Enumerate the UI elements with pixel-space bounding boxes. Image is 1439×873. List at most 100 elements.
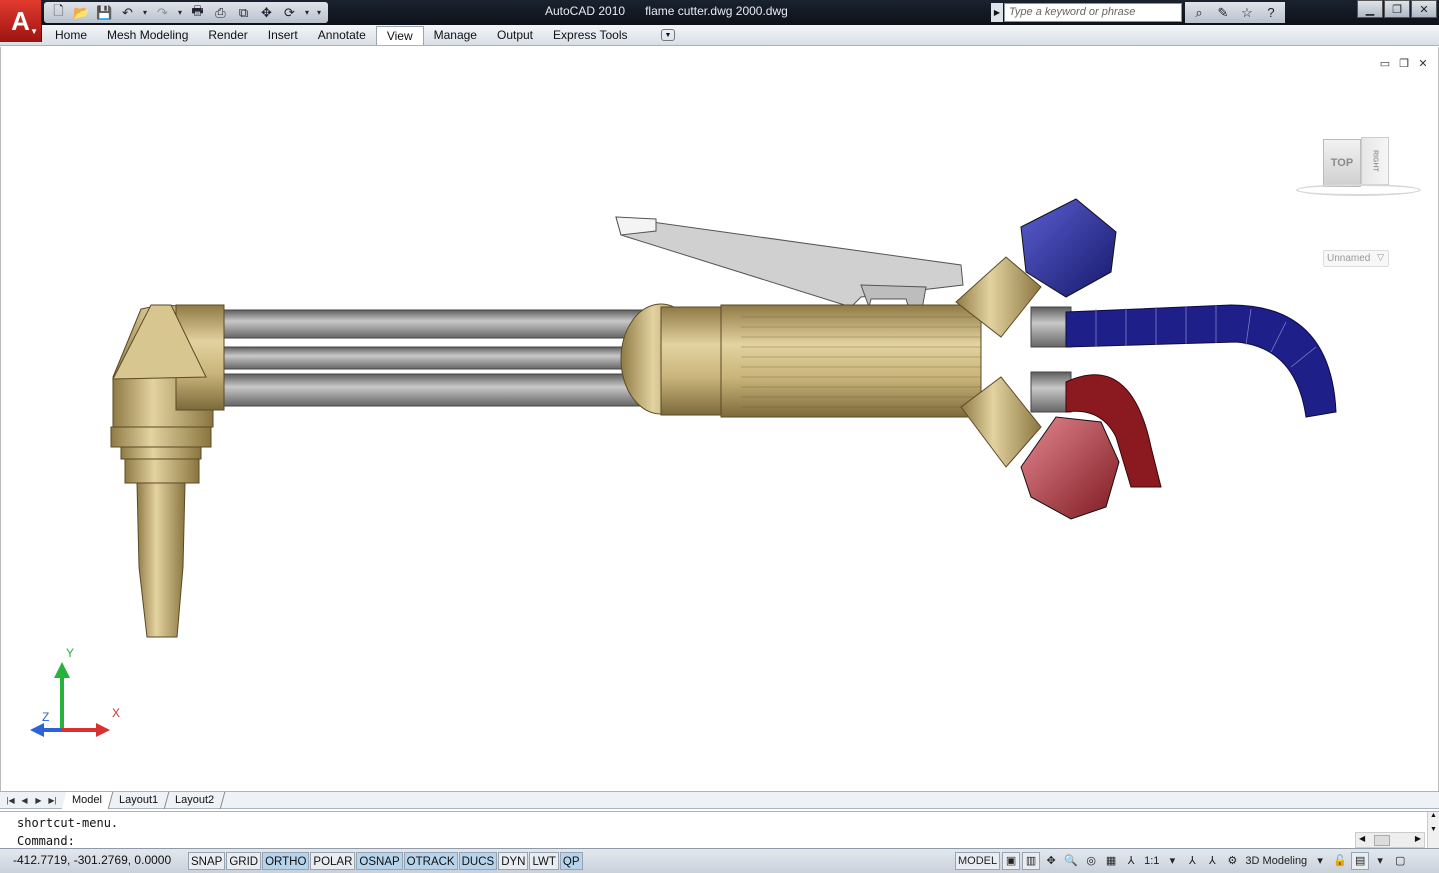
command-window[interactable]: shortcut-menu. Command: ◀ ▶ ▲ ▼ [0,811,1439,849]
toggle-snap[interactable]: SNAP [188,852,226,870]
undo-icon[interactable]: ↶ [117,3,138,22]
restore-viewport-icon[interactable]: ❐ [1397,57,1411,70]
window-title: AutoCAD 2010 flame cutter.dwg 2000.dwg [545,4,788,18]
tab-home[interactable]: Home [45,26,97,45]
viewcube-top-face[interactable]: TOP [1323,139,1361,187]
tab-output[interactable]: Output [487,26,543,45]
redo-icon[interactable]: ↷ [152,3,173,22]
quick-view-layouts-icon[interactable]: ▣ [1002,852,1021,870]
customize-qat-icon[interactable]: ▾ [314,3,324,22]
autoscale-icon[interactable]: ⅄ [1203,852,1221,870]
minimize-viewport-icon[interactable]: ▭ [1378,57,1392,70]
ucs-x-label: X [112,706,121,720]
toggle-grid[interactable]: GRID [226,852,262,870]
command-history-line: shortcut-menu. [17,816,119,830]
tab-mesh-modeling[interactable]: Mesh Modeling [97,26,198,45]
undo-dropdown-icon[interactable]: ▾ [140,3,150,22]
hardware-acceleration-icon[interactable]: ▤ [1351,852,1370,870]
publish-icon[interactable]: ⧉ [233,3,254,22]
tab-model[interactable]: Model [61,792,114,809]
pan-icon[interactable]: ✥ [256,3,277,22]
model-space-button[interactable]: MODEL [955,852,1001,870]
viewcube[interactable]: TOP RIGHT [1291,129,1426,204]
plot-preview-icon[interactable]: ⎙ [210,3,231,22]
toggle-polar[interactable]: POLAR [310,852,356,870]
autocad-window: A ▼ 🗋 📂 💾 ↶ ▾ ↷ ▾ 🖶 ⎙ ⧉ ✥ ⟳ ▾ ▾ AutoCAD … [0,0,1439,873]
binoculars-icon[interactable]: ⌕ [1189,3,1209,22]
open-icon[interactable]: 📂 [71,3,92,22]
ribbon-tabs: Home Mesh Modeling Render Insert Annotat… [0,25,1439,46]
trigger-lever [615,216,964,316]
redo-dropdown-icon[interactable]: ▾ [175,3,185,22]
torch-handle [620,303,982,418]
application-menu-button[interactable]: A ▼ [0,0,42,42]
tab-annotate[interactable]: Annotate [308,26,376,45]
steel-tubes [205,309,647,407]
first-tab-icon[interactable]: |◀ [4,793,17,807]
tab-view[interactable]: View [375,26,424,45]
coordinate-readout[interactable]: -412.7719, -301.2769, 0.0000 [13,853,171,867]
ucs-y-label: Y [66,646,75,660]
toggle-ducs[interactable]: DUCS [458,852,498,870]
toggle-dyn[interactable]: DYN [498,852,529,870]
help-icon[interactable]: ? [1261,3,1281,22]
workspace-icon[interactable]: ⟳ [279,3,300,22]
workspace-gear-icon[interactable]: ⚙ [1223,852,1241,870]
quick-access-toolbar: 🗋 📂 💾 ↶ ▾ ↷ ▾ 🖶 ⎙ ⧉ ✥ ⟳ ▾ ▾ [44,2,328,23]
status-menu-icon[interactable]: ▾ [1371,852,1389,870]
cutting-nozzle [110,304,225,638]
toggle-osnap[interactable]: OSNAP [356,852,403,870]
workspace-dropdown-icon[interactable]: ▾ [302,3,312,22]
save-icon[interactable]: 💾 [94,3,115,22]
close-icon[interactable]: ✕ [1411,0,1437,18]
command-horizontal-scrollbar[interactable]: ◀ ▶ [1355,832,1425,848]
pan-icon[interactable]: ✥ [1042,852,1060,870]
viewcube-right-face[interactable]: RIGHT [1361,137,1389,185]
showmotion-icon[interactable]: ▦ [1102,852,1120,870]
communication-center-icon[interactable]: ✎ [1213,3,1233,22]
toggle-ortho[interactable]: ORTHO [262,852,310,870]
steeringwheel-icon[interactable]: ◎ [1082,852,1100,870]
ucs-z-label: Z [42,710,50,724]
toggle-lwt[interactable]: LWT [529,852,559,870]
chevron-down-icon[interactable]: ▾ [1163,852,1181,870]
search-input[interactable]: Type a keyword or phrase [1004,3,1182,22]
last-tab-icon[interactable]: ▶| [46,793,59,807]
new-icon[interactable]: 🗋 [48,3,69,22]
close-viewport-icon[interactable]: ✕ [1416,57,1430,70]
workspace-switch[interactable]: 3D Modeling [1243,852,1309,870]
quick-view-drawings-icon[interactable]: ▥ [1022,852,1041,870]
tab-insert[interactable]: Insert [258,26,308,45]
tab-render[interactable]: Render [198,26,257,45]
status-bar: -412.7719, -301.2769, 0.0000 SNAP GRID ORT… [0,848,1439,873]
annotation-scale-value[interactable]: 1:1 [1142,852,1161,870]
ribbon-minimize-icon[interactable]: ▼ [661,29,675,41]
toggle-qp[interactable]: QP [559,852,583,870]
viewcube-compass[interactable] [1296,184,1421,196]
tab-manage[interactable]: Manage [424,26,487,45]
zoom-icon[interactable]: 🔍 [1062,852,1080,870]
annotation-scale-icon[interactable]: ⅄ [1122,852,1140,870]
ucs-label: Unnamed [1327,253,1371,264]
tab-layout2[interactable]: Layout2 [164,792,226,809]
toggle-otrack[interactable]: OTRACK [403,852,458,870]
tab-express-tools[interactable]: Express Tools [543,26,637,45]
restore-icon[interactable]: ❐ [1384,0,1410,18]
clean-screen-icon[interactable]: ▢ [1391,852,1409,870]
tab-layout1[interactable]: Layout1 [108,792,170,809]
drawing-viewport[interactable]: ▭ ❐ ✕ TOP RIGHT Unnamed ▽ Y X Z [0,47,1439,791]
lock-icon[interactable]: 🔓 [1331,852,1349,870]
chevron-down-icon[interactable]: ▾ [1311,852,1329,870]
previous-tab-icon[interactable]: ◀ [18,793,31,807]
layout-tabs-bar: |◀ ◀ ▶ ▶| Model Layout1 Layout2 [0,791,1439,809]
next-tab-icon[interactable]: ▶ [32,793,45,807]
command-vertical-scrollbar[interactable]: ▲ ▼ [1427,812,1439,849]
viewport-controls: ▭ ❐ ✕ [1378,57,1430,70]
minimize-icon[interactable]: ▁ [1357,0,1383,18]
favorites-icon[interactable]: ☆ [1237,3,1257,22]
plot-icon[interactable]: 🖶 [187,3,208,22]
annotation-visibility-icon[interactable]: ⅄ [1183,852,1201,870]
title-bar: A ▼ 🗋 📂 💾 ↶ ▾ ↷ ▾ 🖶 ⎙ ⧉ ✥ ⟳ ▾ ▾ AutoCAD … [0,0,1439,42]
ucs-menu[interactable]: Unnamed ▽ [1323,250,1389,267]
infocenter-expand-icon[interactable]: ▶ [991,3,1003,22]
